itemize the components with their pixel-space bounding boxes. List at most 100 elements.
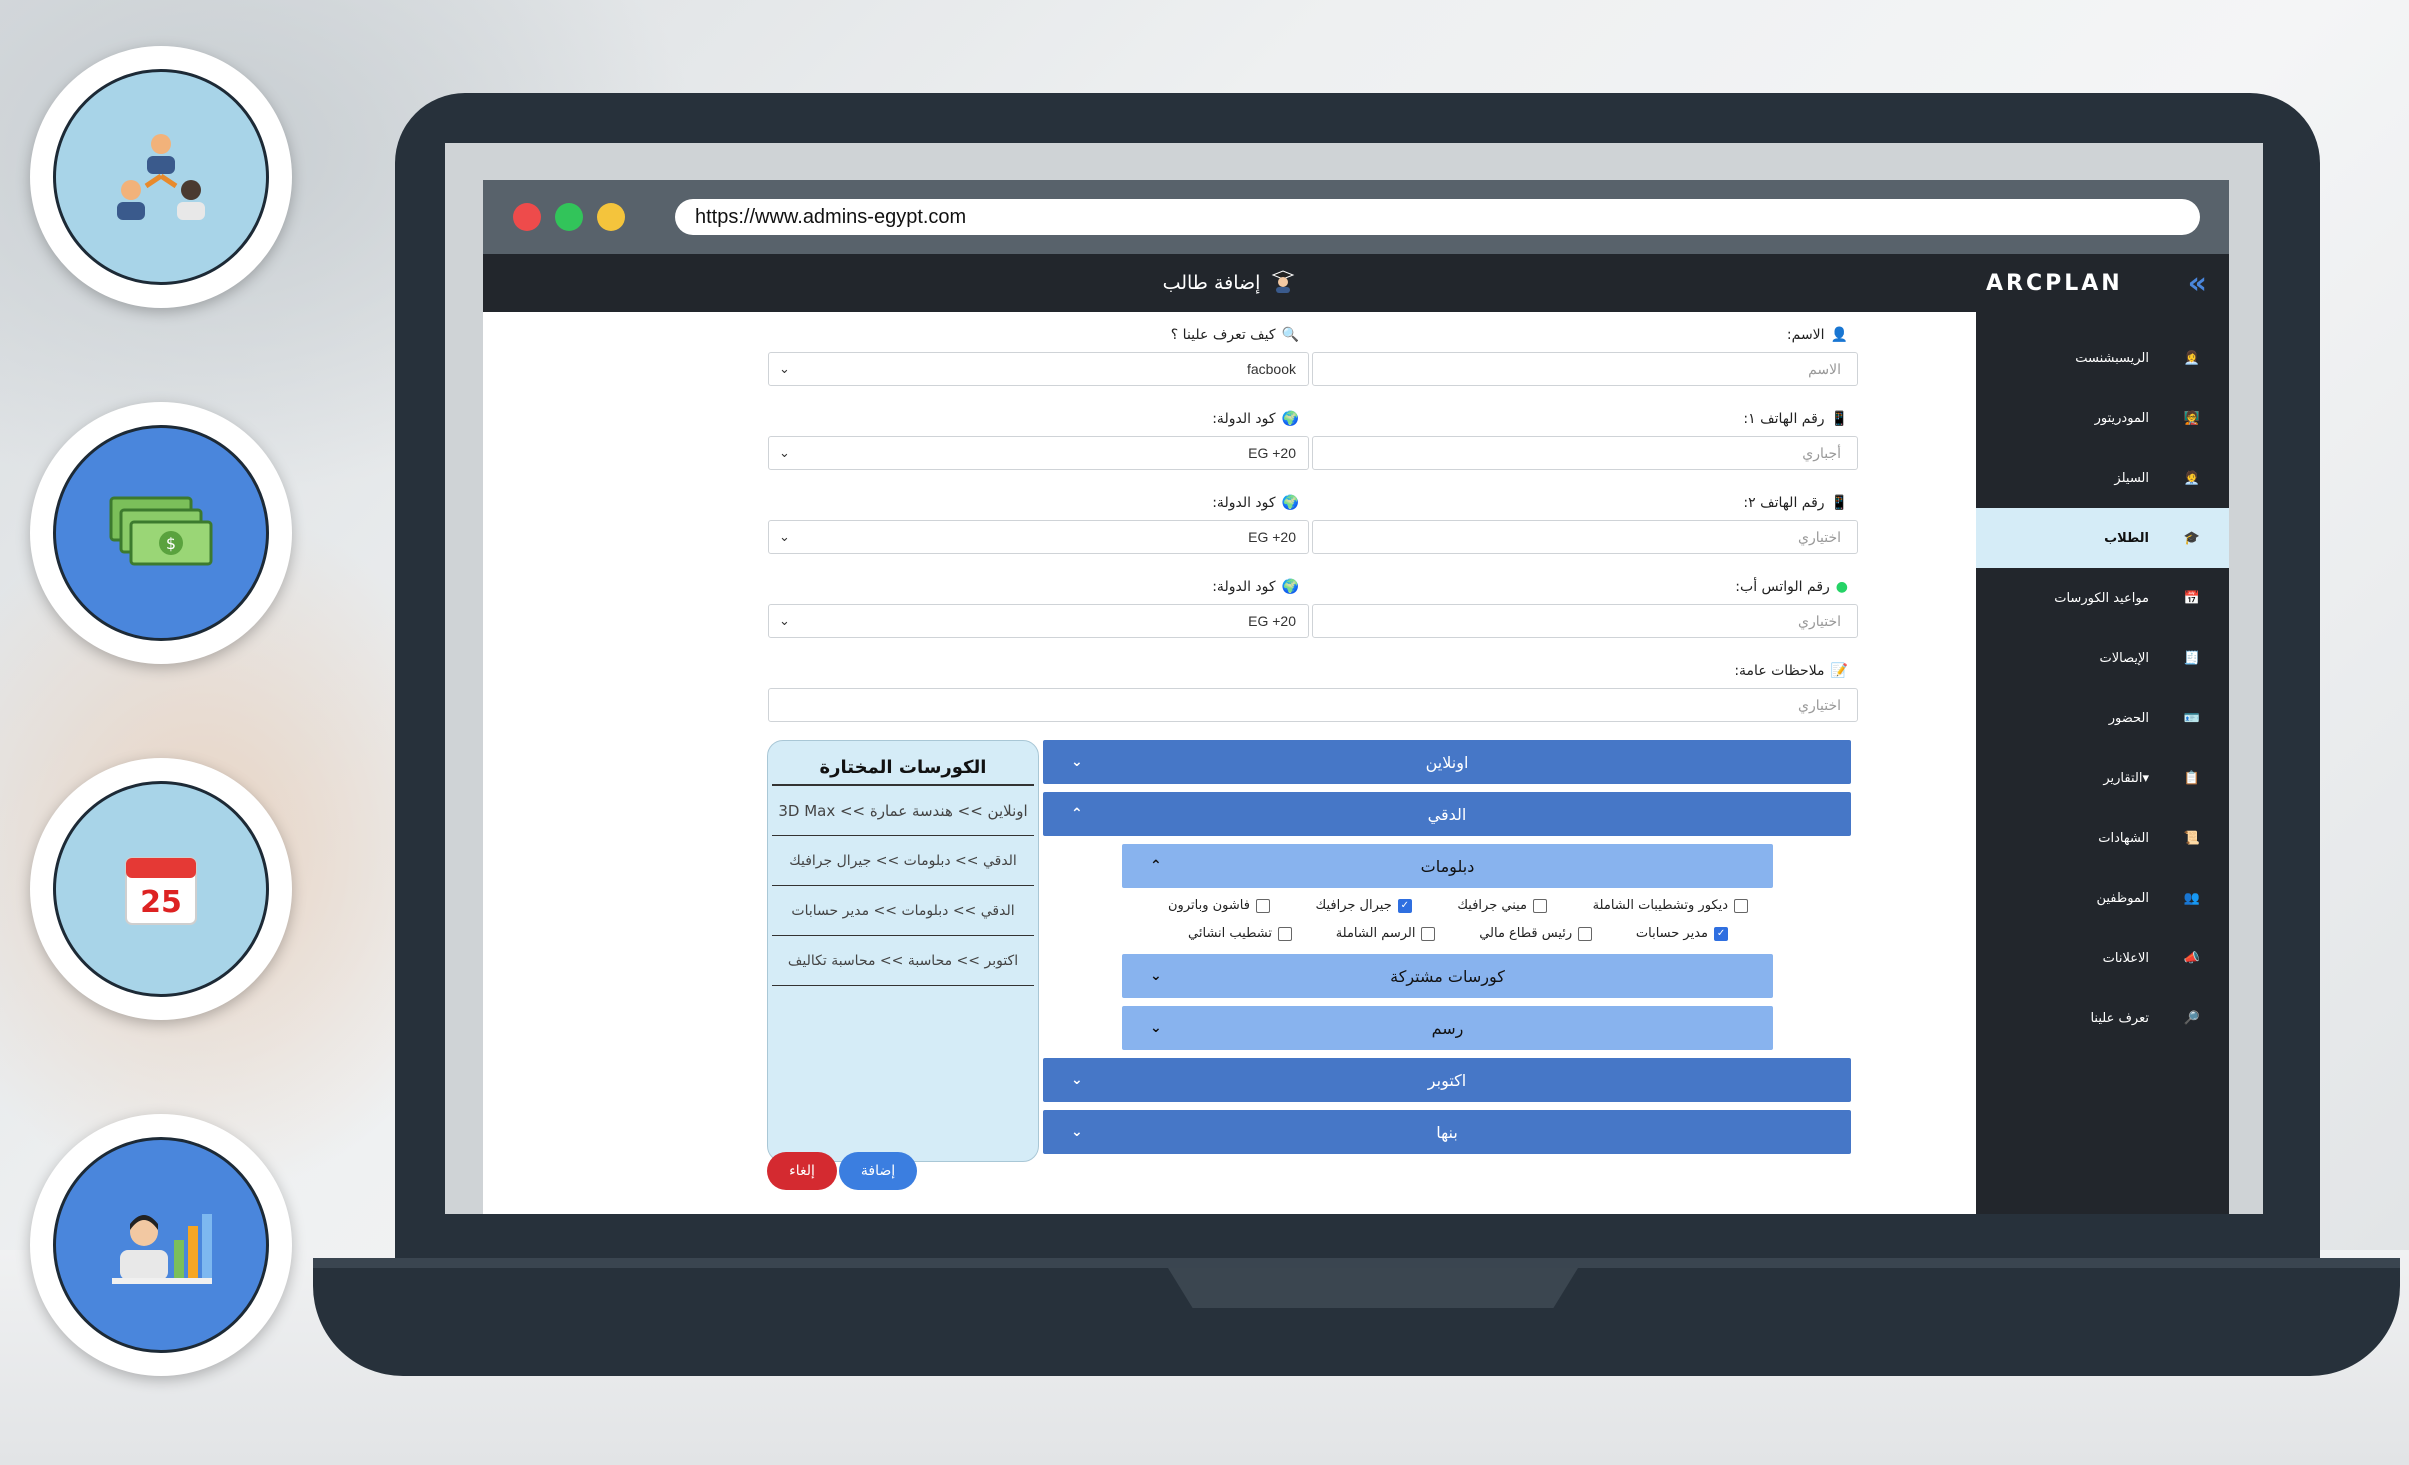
chevron-down-icon: ⌄ [779,361,790,376]
sidebar: ARCPLAN « الريسبشنست 👩‍💼 المودريتور 🧑‍🏫 ال… [1976,254,2229,1214]
course-checkbox[interactable]: ✓ جيرال جرافيك [1316,898,1412,913]
country-code-select-2[interactable]: EG +20 ⌄ [768,520,1309,554]
whatsapp-input[interactable]: اختياري [1312,604,1858,638]
address-bar[interactable]: https://www.admins-egypt.com [675,199,2200,235]
main-content: إضافة طالب 👤 الاسم: الاسم 🔍 كيف تعرف علي… [483,254,1976,1214]
course-checkbox[interactable]: فاشون وباترون [1168,898,1270,913]
students-icon: 🎓 [2183,530,2201,546]
sidebar-item-moderator[interactable]: المودريتور 🧑‍🏫 [1976,388,2229,448]
accordion-drawing[interactable]: ⌄ رسم [1122,1006,1773,1050]
certificates-icon: 📜 [2183,830,2201,846]
sidebar-item-sales[interactable]: السيلز 🧑‍💼 [1976,448,2229,508]
globe-icon: 🌍 [1281,495,1299,511]
sidebar-header: ARCPLAN « [1976,254,2229,312]
receipts-icon: 🧾 [2183,650,2201,666]
sidebar-item-about[interactable]: تعرف علينا 🔎 [1976,988,2229,1048]
sidebar-item-employees[interactable]: الموظفين 👥 [1976,868,2229,928]
svg-text:25: 25 [140,885,182,920]
business-chart-icon [112,1214,212,1284]
source-label: 🔍 كيف تعرف علينا ؟ [1170,327,1299,343]
phone1-input[interactable]: أجباري [1312,436,1858,470]
selected-course-item[interactable]: اكتوبر >> محاسبة >> محاسبة تكاليف [772,936,1034,986]
sales-icon: 🧑‍💼 [2183,470,2201,486]
country-code-select-1[interactable]: EG +20 ⌄ [768,436,1309,470]
country-code-label: 🌍 كود الدولة: [1212,495,1299,511]
window-minimize-button[interactable] [597,203,625,231]
course-checkbox[interactable]: الرسم الشاملة [1336,926,1436,941]
course-checkbox[interactable]: ميني جرافيك [1457,898,1548,913]
sidebar-item-receptionist[interactable]: الريسبشنست 👩‍💼 [1976,328,2229,388]
country-code-label: 🌍 كود الدولة: [1212,579,1299,595]
accordion-october[interactable]: ⌄ اكتوبر [1043,1058,1851,1102]
magnifier-icon: 🔍 [1281,327,1299,343]
browser-toolbar: https://www.admins-egypt.com [483,180,2229,254]
feature-circle-hierarchy [30,46,292,308]
search-doc-icon: 🔎 [2183,1010,2201,1026]
name-input[interactable]: الاسم [1312,352,1858,386]
collapse-icon[interactable]: « [2188,266,2207,301]
chevron-down-icon: ⌄ [779,613,790,628]
chevron-up-icon: ⌃ [1071,806,1083,822]
course-checkbox[interactable]: تشطيب انشائي [1188,926,1292,941]
laptop-trackpad-notch [1168,1268,1578,1308]
page-title: إضافة طالب [1162,272,1261,294]
moderator-icon: 🧑‍🏫 [2183,410,2201,426]
selected-courses-title: الكورسات المختارة [772,741,1034,786]
checkbox-checked[interactable]: ✓ [1714,926,1728,941]
cancel-button[interactable]: إلغاء [767,1152,837,1190]
app-container: إضافة طالب 👤 الاسم: الاسم 🔍 كيف تعرف علي… [483,254,2229,1214]
notes-input[interactable]: اختياري [768,688,1858,722]
globe-icon: 🌍 [1281,579,1299,595]
sidebar-item-receipts[interactable]: الإيصالات 🧾 [1976,628,2229,688]
calendar-icon: 📅 [2183,590,2201,606]
sidebar-item-attendance[interactable]: الحضور 🪪 [1976,688,2229,748]
name-label: 👤 الاسم: [1786,327,1848,343]
sidebar-item-ads[interactable]: الاعلانات 📣 [1976,928,2229,988]
feature-circle-reports [30,1114,292,1376]
chevron-down-icon: ⌄ [779,529,790,544]
window-maximize-button[interactable] [555,203,583,231]
checkbox[interactable] [1533,898,1548,913]
course-checkbox[interactable]: رئيس قطاع مالي [1479,926,1593,941]
checkbox[interactable] [1255,898,1270,913]
selected-course-item[interactable]: الدقي >> دبلومات >> مدير حسابات [772,886,1034,936]
country-code-select-3[interactable]: EG +20 ⌄ [768,604,1309,638]
org-chart-icon [117,134,205,220]
selected-course-item[interactable]: الدقي >> دبلومات >> جيرال جرافيك [772,836,1034,886]
sidebar-item-reports[interactable]: التقارير▾ 📋 [1976,748,2229,808]
megaphone-icon: 📣 [2183,950,2201,966]
notes-icon: 📝 [1830,663,1848,679]
student-icon: 👤 [1830,327,1848,343]
selected-courses-panel: الكورسات المختارة اونلاين >> هندسة عمارة… [767,740,1039,1162]
sidebar-item-students[interactable]: الطلاب 🎓 [1976,508,2229,568]
accordion-dokki[interactable]: ⌃ الدقي [1043,792,1851,836]
attendance-icon: 🪪 [2183,710,2201,726]
checkbox[interactable] [1578,926,1593,941]
phone2-label: 📱 رقم الهاتف ٢: [1743,495,1848,511]
course-checkbox[interactable]: ✓ مدير حسابات [1636,926,1728,941]
chevron-down-icon: ⌄ [1150,968,1162,984]
window-close-button[interactable] [513,203,541,231]
selected-course-item[interactable]: اونلاين >> هندسة عمارة >> 3D Max [772,786,1034,836]
checkbox[interactable] [1734,898,1748,913]
accordion-shared-courses[interactable]: ⌄ كورسات مشتركة [1122,954,1773,998]
sidebar-item-course-schedule[interactable]: مواعيد الكورسات 📅 [1976,568,2229,628]
source-select[interactable]: facbook ⌄ [768,352,1309,386]
accordion-banha[interactable]: ⌄ بنها [1043,1110,1851,1154]
reports-icon: 📋 [2183,770,2201,786]
chevron-up-icon: ⌃ [1150,858,1162,874]
employees-icon: 👥 [2183,890,2201,906]
receptionist-icon: 👩‍💼 [2183,350,2201,366]
accordion-diplomas[interactable]: ⌃ دبلومات [1122,844,1773,888]
checkbox[interactable] [1277,926,1292,941]
add-button[interactable]: إضافة [839,1152,917,1190]
accordion-online[interactable]: ⌄ اونلاين [1043,740,1851,784]
checkbox-checked[interactable]: ✓ [1397,898,1412,913]
course-checkbox-row-1: ديكور وتشطيبات الشاملة ميني جرافيك ✓ جيرا… [1168,898,1748,913]
whatsapp-label: ● رقم الواتس أب: [1735,579,1848,595]
checkbox[interactable] [1421,926,1436,941]
phone2-input[interactable]: اختياري [1312,520,1858,554]
whatsapp-icon: ● [1835,579,1848,595]
course-checkbox[interactable]: ديكور وتشطيبات الشاملة [1593,898,1748,913]
sidebar-item-certificates[interactable]: الشهادات 📜 [1976,808,2229,868]
